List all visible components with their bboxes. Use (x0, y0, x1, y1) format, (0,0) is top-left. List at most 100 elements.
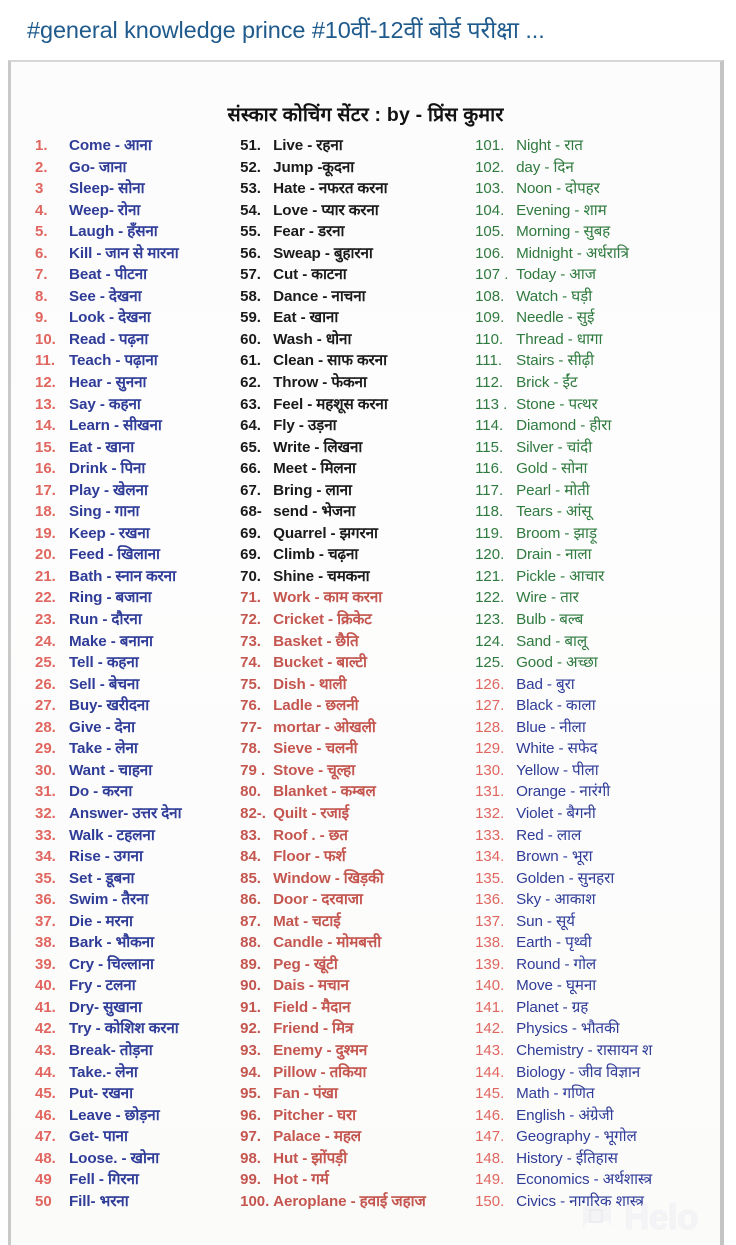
word-row-text: Run - दौरना (69, 611, 142, 629)
word-row-text: Geography - भूगोल (516, 1128, 637, 1146)
word-row: 59. Eat - खाना (240, 310, 471, 332)
word-row-text: Hear - सुनना (69, 374, 147, 392)
word-row-text: Orange - नारंगी (516, 783, 611, 801)
word-row-number: 127. (475, 697, 505, 715)
word-row: 77- mortar - ओखली (240, 720, 471, 742)
word-row: 95. Fan - पंखा (240, 1086, 471, 1108)
word-row-text: Dish - थाली (273, 675, 347, 693)
word-row-number: 100. (240, 1192, 270, 1210)
word-row: 49 Fell - गिरना (35, 1172, 234, 1194)
word-row-number: 102. (475, 158, 505, 176)
word-row: 104. Evening - शाम (475, 202, 720, 225)
word-row-text: Math - गणित (516, 1085, 595, 1103)
word-row-text: Love - प्यार करना (273, 201, 379, 219)
word-row-text: Window - खिड़की (273, 869, 384, 887)
word-row: 105. Morning - सुबह (475, 224, 720, 246)
word-row-text: Want - चाहना (69, 761, 153, 779)
word-row-text: Wash - धोना (273, 330, 352, 348)
word-row-number: 123. (475, 611, 505, 629)
word-row: 5. Laugh - हँसना (35, 224, 234, 246)
word-row-number: 46. (35, 1106, 56, 1124)
word-row: 23. Run - दौरना (35, 612, 234, 634)
word-row-number: 114. (475, 417, 504, 435)
word-row-number: 1. (35, 137, 48, 154)
word-row-text: Blanket - कम्बल (273, 783, 376, 801)
word-row-text: Friend - मित्र (273, 1020, 354, 1038)
word-row-text: Enemy - दुश्मन (273, 1041, 368, 1059)
word-row-text: Laugh - हँसना (69, 223, 158, 241)
word-row: 58. Dance - नाचना (240, 289, 471, 311)
word-row: 122. Wire - तार (475, 590, 720, 612)
word-row: 121. Pickle - आचार (475, 569, 720, 591)
word-row-number: 8. (35, 287, 48, 305)
word-row: 65. Write - लिखना (240, 439, 471, 462)
word-row: 69. Quarrel - झगरना (240, 526, 471, 548)
word-row-number: 69. (240, 524, 261, 542)
word-row: 29. Take - लेना (35, 741, 234, 763)
word-row-number: 103. (475, 180, 505, 198)
word-row-text: Wire - तार (516, 589, 579, 607)
word-row: 61. Clean - साफ करना (240, 353, 471, 375)
word-row-number: 110. (475, 330, 504, 348)
word-row-number: 144. (475, 1063, 505, 1081)
word-row-text: Today - आज (516, 266, 596, 284)
word-row-number: 75. (240, 675, 261, 693)
image-card[interactable]: संस्कार कोचिंग सेंटर : by - प्रिंस कुमार… (8, 60, 724, 1245)
word-row-text: Blue - नीला (516, 718, 586, 736)
word-row-text: mortar - ओखली (273, 718, 376, 736)
word-row: 113 . Stone - पत्थर (475, 395, 720, 419)
image-card-surface: संस्कार कोचिंग सेंटर : by - प्रिंस कुमार… (11, 62, 720, 1245)
word-row-number: 29. (35, 740, 56, 758)
word-row: 7. Beat - पीटना (35, 267, 234, 289)
word-row-number: 106. (475, 244, 505, 262)
word-row: 4. Weep- रोना (35, 201, 234, 225)
helo-watermark: Helo (580, 1200, 698, 1235)
word-row: 43. Break- तोड़ना (35, 1043, 234, 1065)
word-row-text: Pitcher - घरा (273, 1106, 357, 1124)
word-row: 132. Violet - बैगनी (475, 806, 720, 828)
word-row-number: 41. (35, 998, 56, 1016)
word-row-number: 47. (35, 1128, 56, 1146)
word-row-number: 55. (240, 223, 261, 241)
word-row-text: Pickle - आचार (516, 567, 605, 585)
word-row: 119. Broom - झाड़ू (475, 526, 720, 548)
word-row: 28. Give - देना (35, 720, 234, 742)
word-row: 40. Fry - टलना (35, 978, 234, 1000)
word-row-text: Bulb - बल्ब (516, 611, 584, 629)
word-row: 126. Bad - बुरा (475, 675, 720, 699)
sheet-title: संस्कार कोचिंग सेंटर : by - प्रिंस कुमार (227, 104, 504, 126)
word-row: 73. Basket - छैति (240, 633, 471, 656)
word-row-number: 121. (475, 567, 505, 585)
word-row-number: 126. (475, 675, 505, 693)
word-row-text: Floor - फर्श (273, 848, 346, 866)
word-row-number: 63. (240, 395, 261, 413)
word-row: 41. Dry- सुखाना (35, 1000, 234, 1022)
word-row: 56. Sweap - बुहारना (240, 246, 471, 268)
word-row: 139. Round - गोल (475, 957, 720, 979)
word-row-text: Stone - पत्थर (516, 395, 598, 413)
word-row-text: Sell - बेचना (69, 675, 140, 693)
word-row-number: 112. (475, 374, 504, 392)
word-row: 44. Take.- लेना (35, 1063, 234, 1087)
word-row-text: Hate - नफरत करना (273, 180, 388, 198)
word-row: 33. Walk - टहलना (35, 827, 234, 850)
word-row-text: Sieve - चलनी (273, 740, 358, 758)
word-row: 90. Dais - मचान (240, 978, 471, 1000)
word-row: 1. Come - आना (35, 138, 234, 160)
word-row: 102. day - दिन (475, 158, 720, 182)
word-row-text: Take.- लेना (69, 1063, 138, 1081)
word-row-text: Die - मरना (69, 912, 133, 930)
word-row: 101. Night - रात (475, 138, 720, 160)
word-row-text: Dance - नाचना (273, 287, 366, 305)
word-row: 131. Orange - नारंगी (475, 784, 720, 806)
word-row-number: 36. (35, 891, 56, 909)
word-row-text: Eat - खाना (273, 309, 339, 327)
word-row-text: Weep- रोना (69, 201, 141, 219)
word-row: 11. Teach - पढ़ाना (35, 353, 234, 375)
word-row: 30. Want - चाहना (35, 763, 234, 785)
word-row-text: Needle - सुई (516, 309, 595, 327)
word-row: 123. Bulb - बल्ब (475, 612, 720, 634)
word-row-text: Round - गोल (516, 955, 597, 973)
word-row-text: Jump -कूदना (273, 158, 355, 176)
word-row-text: Chemistry - रासायन श (516, 1041, 653, 1059)
